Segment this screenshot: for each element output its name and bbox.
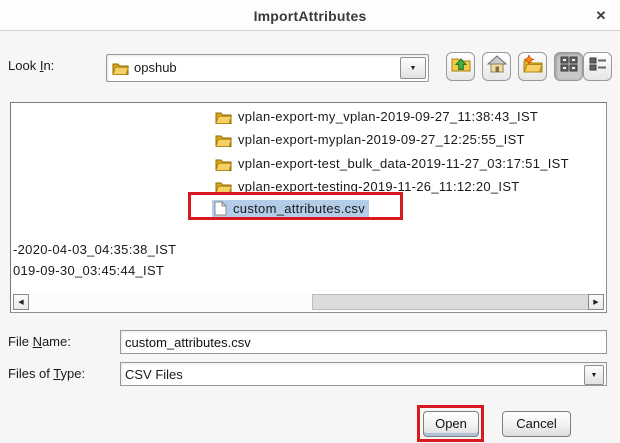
look-in-label: Look In:: [8, 58, 54, 73]
list-item-clipped[interactable]: -2020-04-03_04:35:38_IST: [13, 242, 176, 257]
look-in-combobox[interactable]: opshub ▼: [106, 54, 429, 82]
list-item-label: vplan-export-test_bulk_data-2019-11-27_0…: [238, 156, 569, 171]
file-name-label: File Name:: [8, 334, 71, 349]
list-view-button[interactable]: [554, 52, 583, 81]
folder-icon: [112, 61, 129, 80]
files-of-type-dropdown-button[interactable]: ▼: [584, 365, 604, 385]
file-list: vplan-export-my_vplan-2019-09-27_11:38:4…: [10, 102, 607, 313]
file-name-input[interactable]: [120, 330, 607, 354]
details-view-icon: [589, 56, 607, 77]
files-of-type-value: CSV Files: [125, 367, 183, 382]
home-button[interactable]: [482, 52, 511, 81]
details-view-button[interactable]: [583, 52, 612, 81]
folder-icon: [215, 157, 232, 171]
up-folder-button[interactable]: [446, 52, 475, 81]
horizontal-scrollbar[interactable]: ◀ ▶: [12, 294, 605, 311]
folder-icon: [215, 110, 232, 124]
scrollbar-thumb[interactable]: [312, 294, 592, 310]
list-item-label: vplan-export-my_vplan-2019-09-27_11:38:4…: [238, 109, 538, 124]
annotation-box-open-button: [417, 405, 484, 442]
files-of-type-label: Files of Type:: [8, 366, 85, 381]
list-item[interactable]: vplan-export-myplan-2019-09-27_12:25:55_…: [215, 129, 525, 150]
titlebar: ImportAttributes ✕: [0, 0, 620, 31]
close-icon: ✕: [596, 8, 607, 23]
scroll-right-button[interactable]: ▶: [588, 294, 604, 310]
close-button[interactable]: ✕: [592, 7, 610, 25]
dialog-title: ImportAttributes: [0, 8, 620, 24]
list-item-label: -2020-04-03_04:35:38_IST: [13, 242, 176, 257]
cancel-button[interactable]: Cancel: [502, 411, 571, 437]
annotation-box-selected-file: [188, 192, 403, 220]
scroll-right-icon: ▶: [593, 298, 598, 306]
list-item[interactable]: vplan-export-my_vplan-2019-09-27_11:38:4…: [215, 106, 538, 127]
list-view-icon: [560, 56, 578, 77]
new-folder-button[interactable]: [518, 52, 547, 81]
up-folder-icon: [451, 55, 471, 78]
chevron-down-icon: ▼: [591, 372, 598, 379]
home-icon: [487, 55, 507, 78]
folder-icon: [215, 133, 232, 147]
scroll-left-icon: ◀: [18, 298, 23, 306]
list-item-label: vplan-export-myplan-2019-09-27_12:25:55_…: [238, 132, 525, 147]
look-in-value: opshub: [134, 60, 177, 75]
scroll-left-button[interactable]: ◀: [13, 294, 29, 310]
look-in-dropdown-button[interactable]: ▼: [400, 57, 426, 79]
chevron-down-icon: ▼: [410, 65, 417, 72]
list-item-label: 019-09-30_03:45:44_IST: [13, 263, 164, 278]
import-attributes-dialog: ImportAttributes ✕ Look In: opshub ▼: [0, 0, 620, 443]
new-folder-icon: [523, 55, 543, 78]
files-of-type-combobox[interactable]: CSV Files ▼: [120, 362, 607, 386]
list-item[interactable]: vplan-export-test_bulk_data-2019-11-27_0…: [215, 153, 569, 174]
list-item-clipped[interactable]: 019-09-30_03:45:44_IST: [13, 263, 164, 278]
